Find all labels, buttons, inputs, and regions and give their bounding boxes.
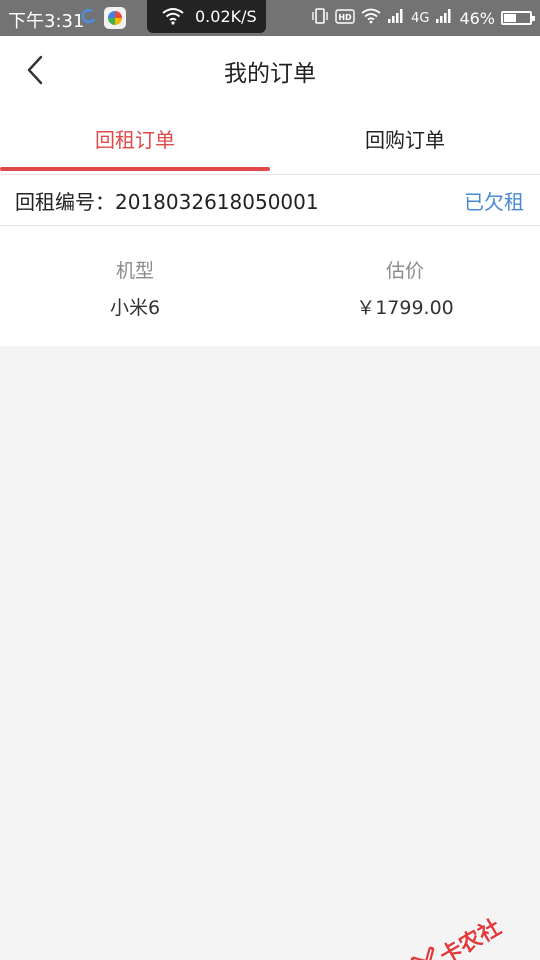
network-type-label: 4G xyxy=(411,10,430,26)
app-header: 我的订单 xyxy=(0,36,540,104)
price-label: 估价 xyxy=(385,260,424,282)
network-speed-pill: 0.02K/S xyxy=(147,0,266,33)
signal-icon xyxy=(387,8,405,28)
status-time: 下午3:31 xyxy=(8,11,85,32)
vibrate-icon xyxy=(311,8,329,28)
tab-leaseback-orders[interactable]: 回租订单 xyxy=(0,104,270,174)
price-value: ￥1799.00 xyxy=(356,297,454,319)
wifi-status-icon xyxy=(361,8,381,28)
order-status: 已欠租 xyxy=(464,190,524,214)
battery-percent: 46% xyxy=(459,8,495,28)
battery-icon xyxy=(501,11,535,25)
order-header-row[interactable]: 回租编号：2018032618050001 已欠租 xyxy=(0,174,540,226)
hd-icon: HD xyxy=(335,8,355,28)
app-launcher-icon xyxy=(104,7,126,29)
order-tabs: 回租订单 回购订单 xyxy=(0,104,540,174)
net-speed-text: 0.02K/S xyxy=(195,7,257,26)
signal-icon-2 xyxy=(435,8,453,28)
tab-buyback-orders[interactable]: 回购订单 xyxy=(270,104,540,174)
order-details[interactable]: 机型 小米6 估价 ￥1799.00 xyxy=(0,226,540,346)
model-column: 机型 小米6 xyxy=(0,226,270,346)
app-notification-icon xyxy=(81,8,96,27)
active-tab-indicator xyxy=(0,167,270,171)
wifi-icon xyxy=(161,7,185,29)
tab-label: 回购订单 xyxy=(365,128,445,152)
order-number: 回租编号：2018032618050001 xyxy=(15,190,319,214)
watermark-text: 卡农社区 xyxy=(435,915,506,960)
status-bar: 下午3:31 0.02K/S HD 4G 46% xyxy=(0,0,540,36)
status-right-group: HD 4G 46% xyxy=(311,0,535,36)
model-value: 小米6 xyxy=(109,297,161,319)
svg-text:HD: HD xyxy=(338,13,352,22)
tab-label: 回租订单 xyxy=(95,128,175,152)
page-title: 我的订单 xyxy=(224,61,316,87)
price-column: 估价 ￥1799.00 xyxy=(270,226,540,346)
watermark: 卡农社区 xyxy=(403,892,526,960)
model-label: 机型 xyxy=(115,260,154,282)
